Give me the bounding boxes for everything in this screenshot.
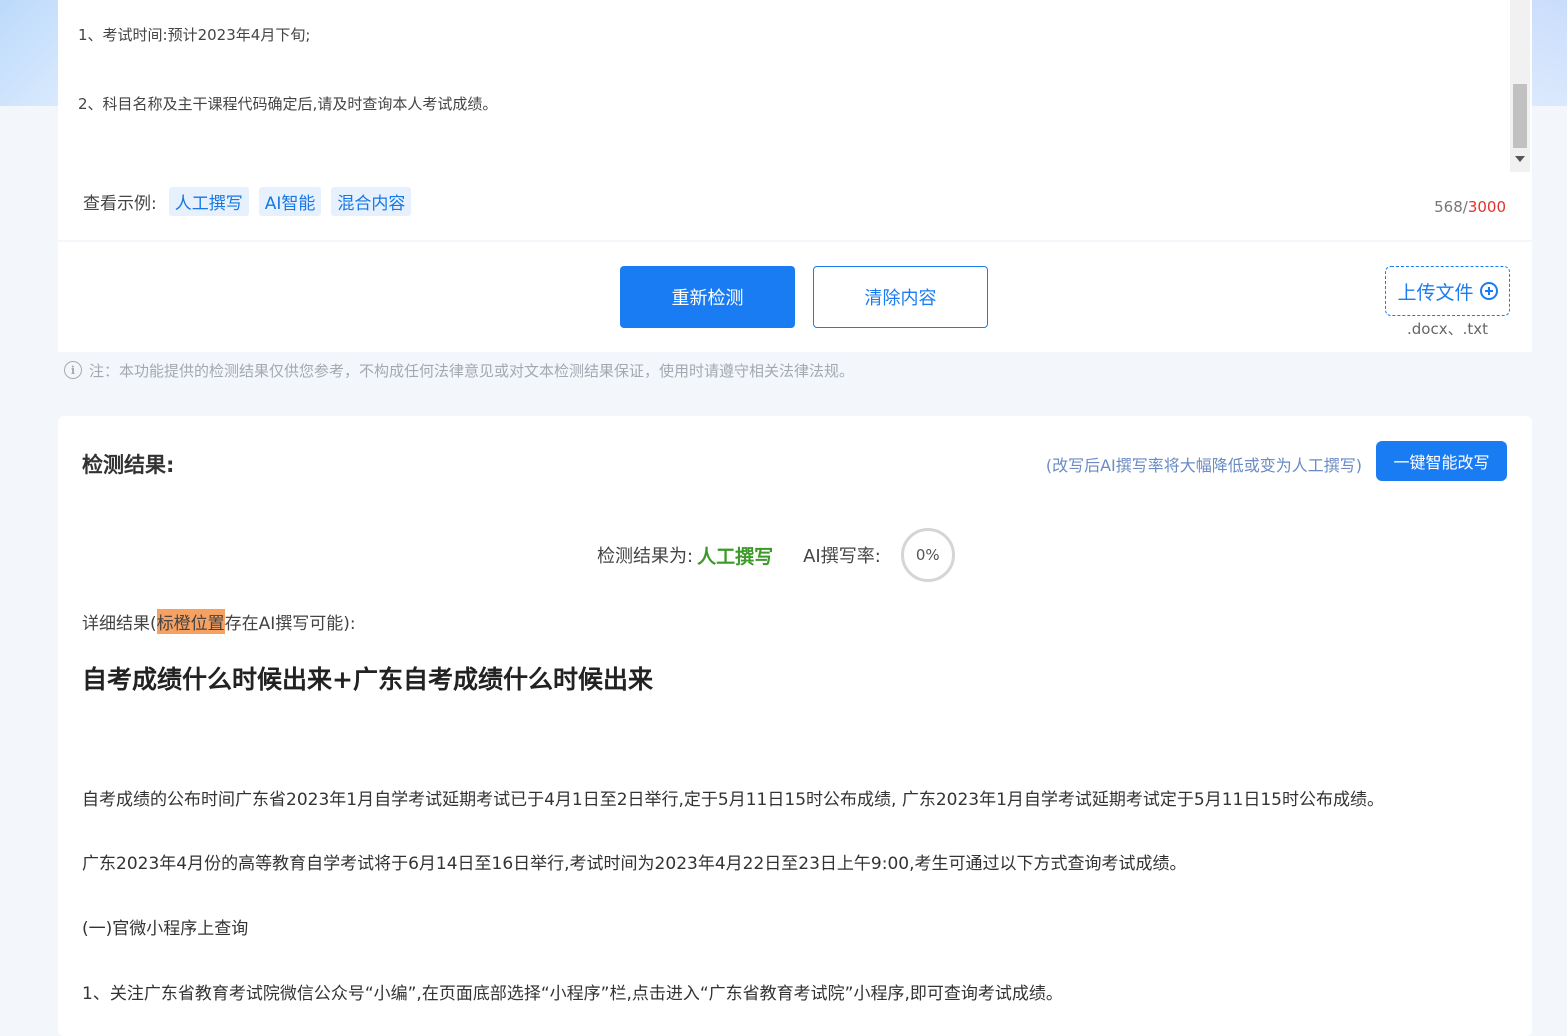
example-tag-ai[interactable]: AI智能: [258, 187, 322, 216]
detail-prefix: 详细结果(: [82, 614, 157, 634]
result-card: 检测结果: (改写后AI撰写率将大幅降低或变为人工撰写) 一键智能改写 检测结果…: [58, 416, 1532, 1036]
text-input-area[interactable]: 1、考试时间:预计2023年4月下旬; 2、科目名称及主干课程代码确定后,请及时…: [58, 0, 1510, 172]
smart-rewrite-button[interactable]: 一键智能改写: [1376, 441, 1507, 481]
ai-rate-label: AI撰写率:: [803, 546, 881, 567]
upload-formats: .docx、.txt: [1407, 320, 1488, 338]
article-paragraph: 自考成绩的公布时间广东省2023年1月自学考试延期考试已于4月1日至2日举行,定…: [82, 790, 1384, 810]
examples-label: 查看示例:: [83, 194, 157, 214]
disclaimer-text: 注：本功能提供的检测结果仅供您参考，不构成任何法律意见或对文本检测结果保证，使用…: [89, 361, 855, 380]
background-decoration-right: [1531, 0, 1567, 106]
examples-row: 查看示例: 人工撰写 AI智能 混合内容: [83, 187, 421, 216]
article-paragraph: 广东2023年4月份的高等教育自学考试将于6月14日至16日举行,考试时间为20…: [82, 854, 1187, 874]
input-card: 1、考试时间:预计2023年4月下旬; 2、科目名称及主干课程代码确定后,请及时…: [58, 0, 1532, 240]
input-line-2: 2、科目名称及主干课程代码确定后,请及时查询本人考试成绩。: [78, 95, 498, 113]
char-counter: 568/3000: [1434, 198, 1506, 216]
article-title: 自考成绩什么时候出来+广东自考成绩什么时候出来: [82, 665, 653, 694]
article-paragraph: (一)官微小程序上查询: [82, 919, 249, 939]
action-bar: 重新检测 清除内容 上传文件 .docx、.txt: [58, 242, 1532, 352]
example-tag-human[interactable]: 人工撰写: [168, 187, 249, 216]
result-title: 检测结果:: [82, 453, 175, 477]
info-icon: i: [64, 361, 82, 379]
detail-highlight: 标橙位置: [156, 609, 225, 634]
disclaimer-note: i 注：本功能提供的检测结果仅供您参考，不构成任何法律意见或对文本检测结果保证，…: [58, 352, 1532, 388]
char-count-max: 3000: [1467, 198, 1506, 216]
verdict-label: 检测结果为:: [597, 546, 694, 567]
detail-result-line: 详细结果( 标橙位置 存在AI撰写可能):: [82, 609, 356, 634]
verdict-row: 检测结果为: 人工撰写 AI撰写率: 0%: [597, 528, 955, 582]
char-count-current: 568: [1434, 198, 1463, 216]
recheck-button[interactable]: 重新检测: [620, 266, 795, 328]
ai-rate-ring: 0%: [900, 528, 955, 582]
rewrite-hint: (改写后AI撰写率将大幅降低或变为人工撰写): [1045, 456, 1362, 475]
clear-content-button[interactable]: 清除内容: [813, 266, 988, 328]
background-decoration-left: [0, 0, 58, 106]
detail-suffix: 存在AI撰写可能):: [224, 614, 356, 634]
article-paragraph: 1、关注广东省教育考试院微信公众号“小编”,在页面底部选择“小程序”栏,点击进入…: [82, 984, 1063, 1004]
example-tag-mixed[interactable]: 混合内容: [331, 187, 412, 216]
scroll-down-arrow-icon[interactable]: [1515, 156, 1525, 162]
upload-file-button[interactable]: 上传文件: [1385, 266, 1510, 316]
upload-file-label: 上传文件: [1397, 281, 1474, 304]
verdict-value: 人工撰写: [697, 545, 774, 568]
input-scrollbar[interactable]: [1510, 0, 1530, 172]
input-line-1: 1、考试时间:预计2023年4月下旬;: [78, 26, 311, 44]
scrollbar-thumb[interactable]: [1513, 84, 1527, 148]
plus-circle-icon: [1479, 282, 1498, 300]
